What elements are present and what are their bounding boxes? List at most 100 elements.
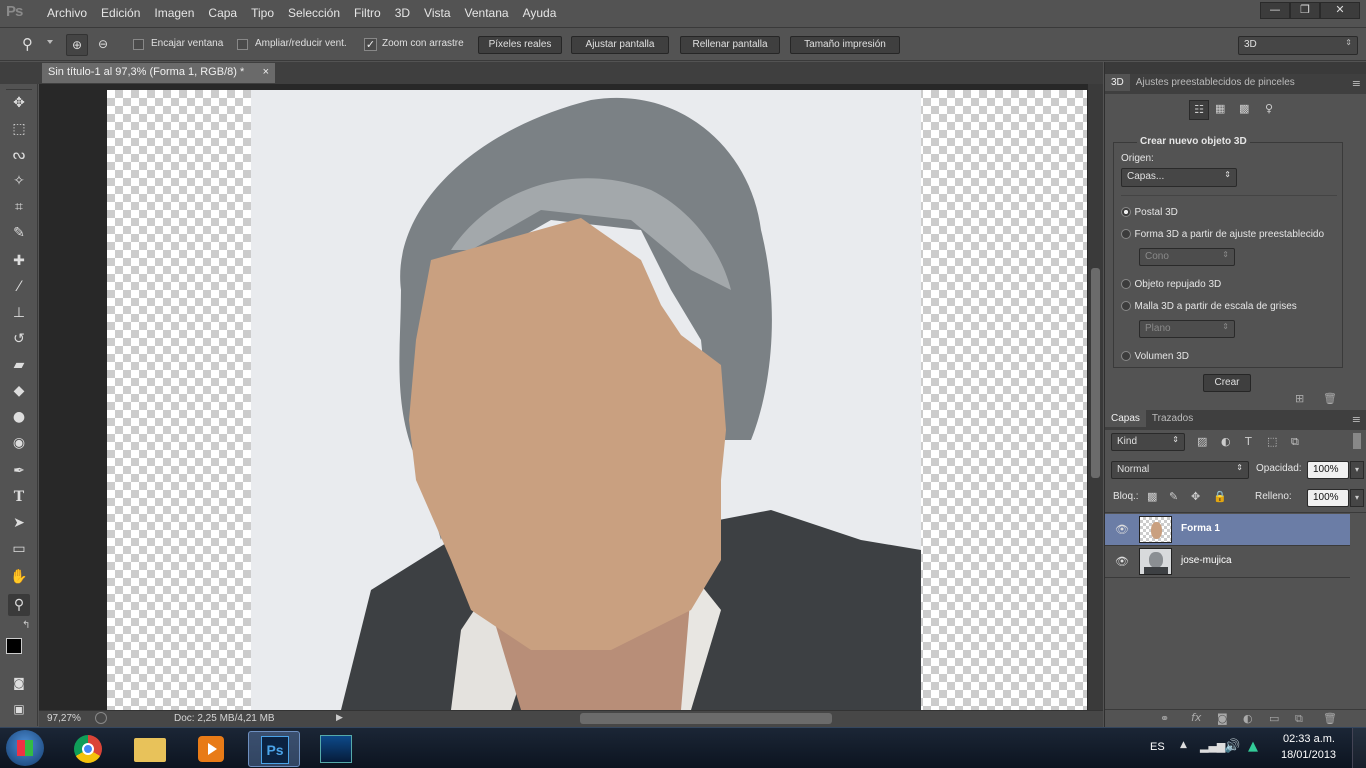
quick-mask-icon[interactable]: ◙ bbox=[8, 672, 30, 694]
path-selection-icon[interactable]: ➤ bbox=[8, 512, 30, 534]
add-mask-icon[interactable]: ◙ bbox=[1217, 712, 1228, 725]
foreground-color-swatch[interactable] bbox=[6, 638, 22, 654]
pen-tool-icon[interactable]: ✒ bbox=[8, 460, 30, 482]
filter-adjustment-icon[interactable]: ◐ bbox=[1221, 435, 1231, 448]
volume-icon[interactable]: 🔊 bbox=[1224, 739, 1240, 754]
menu-archivo[interactable]: Archivo bbox=[40, 6, 94, 20]
tab-paths[interactable]: Trazados bbox=[1146, 410, 1199, 427]
lasso-tool-icon[interactable]: ᔓ bbox=[8, 144, 30, 166]
zoom-in-icon[interactable]: ⊕ bbox=[66, 34, 88, 56]
panel-menu-icon[interactable]: ≡ bbox=[1352, 77, 1361, 90]
screen-mode-icon[interactable]: ▣ bbox=[8, 698, 30, 720]
new-3d-icon[interactable]: ⊞ bbox=[1295, 392, 1304, 405]
lock-transparent-icon[interactable]: ▩ bbox=[1147, 490, 1157, 503]
crop-tool-icon[interactable]: ⌗ bbox=[8, 196, 30, 218]
eyedropper-icon[interactable]: ✎ bbox=[8, 222, 30, 244]
layer-style-icon[interactable]: fx bbox=[1191, 711, 1201, 724]
option-postal-3d[interactable]: Postal 3D bbox=[1121, 205, 1178, 218]
rectangle-tool-icon[interactable]: ▭ bbox=[8, 538, 30, 560]
scrubby-zoom-checkbox[interactable]: ✓ bbox=[364, 38, 377, 51]
magic-wand-icon[interactable]: ✧ bbox=[8, 170, 30, 192]
paint-bucket-icon[interactable]: ◆ bbox=[8, 380, 30, 402]
menu-filtro[interactable]: Filtro bbox=[347, 6, 388, 20]
fill-screen-button[interactable]: Rellenar pantalla bbox=[680, 36, 780, 54]
fit-window-checkbox[interactable] bbox=[133, 39, 144, 53]
drive-sync-icon[interactable]: ▲ bbox=[1248, 739, 1258, 754]
layer-kind-filter[interactable]: Kind ⇕ bbox=[1111, 433, 1185, 451]
photoshop-taskbar-button[interactable]: Ps bbox=[248, 731, 300, 767]
new-group-icon[interactable]: ▭ bbox=[1269, 712, 1279, 725]
menu-seleccion[interactable]: Selección bbox=[281, 6, 347, 20]
filter-type-icon[interactable]: T bbox=[1245, 435, 1252, 448]
menu-3d[interactable]: 3D bbox=[388, 6, 417, 20]
option-volume-3d[interactable]: Volumen 3D bbox=[1121, 349, 1189, 362]
zoom-level[interactable]: 97,27% bbox=[47, 713, 81, 724]
network-icon[interactable]: ▂▄▆ bbox=[1200, 740, 1225, 753]
tab-3d[interactable]: 3D bbox=[1105, 74, 1130, 91]
layer-name[interactable]: Forma 1 bbox=[1181, 523, 1220, 534]
clone-stamp-icon[interactable]: ⊥ bbox=[8, 302, 30, 324]
zoom-tool-icon[interactable]: ⚲ bbox=[22, 35, 33, 53]
create-button[interactable]: Crear bbox=[1203, 374, 1251, 392]
clock-time[interactable]: 02:33 a.m. bbox=[1283, 733, 1335, 745]
tab-brush-presets[interactable]: Ajustes preestablecidos de pinceles bbox=[1130, 74, 1301, 91]
mesh-filter-icon[interactable]: ▦ bbox=[1215, 102, 1225, 115]
layers-panel-menu-icon[interactable]: ≡ bbox=[1352, 413, 1361, 426]
brush-tool-icon[interactable]: ⁄ bbox=[8, 276, 30, 298]
new-layer-icon[interactable]: ⧉ bbox=[1295, 712, 1303, 726]
lock-position-icon[interactable]: ✥ bbox=[1191, 490, 1200, 503]
hand-tool-icon[interactable]: ✋ bbox=[8, 566, 30, 588]
opacity-input[interactable]: 100% bbox=[1307, 461, 1349, 479]
filter-shape-icon[interactable]: ⬚ bbox=[1267, 435, 1277, 448]
type-tool-icon[interactable]: T bbox=[8, 486, 30, 508]
link-layers-icon[interactable]: ⚭ bbox=[1160, 712, 1169, 725]
delete-3d-icon[interactable]: 🗑 bbox=[1323, 392, 1337, 405]
layer-row-forma1[interactable]: 👁 Forma 1 bbox=[1105, 514, 1350, 546]
scene-filter-icon[interactable]: ☷ bbox=[1189, 100, 1209, 120]
visibility-eye-icon[interactable]: 👁 bbox=[1115, 555, 1129, 568]
dodge-tool-icon[interactable]: ◉ bbox=[8, 432, 30, 454]
light-filter-icon[interactable]: ♀ bbox=[1265, 102, 1273, 115]
show-hidden-icons[interactable]: ▲ bbox=[1180, 740, 1187, 750]
filter-smart-object-icon[interactable]: ⧉ bbox=[1291, 435, 1299, 449]
blur-tool-icon[interactable]: ● bbox=[8, 406, 30, 428]
vertical-scroll-thumb[interactable] bbox=[1091, 268, 1100, 478]
preset-shape-select[interactable]: Cono ⇕ bbox=[1139, 248, 1235, 266]
menu-ventana[interactable]: Ventana bbox=[458, 6, 516, 20]
adjustment-layer-icon[interactable]: ◐ bbox=[1243, 712, 1253, 725]
fill-input[interactable]: 100% bbox=[1307, 489, 1349, 507]
tool-preset-chevron-icon[interactable] bbox=[47, 40, 53, 44]
history-brush-icon[interactable]: ↺ bbox=[8, 328, 30, 350]
menu-capa[interactable]: Capa bbox=[201, 6, 244, 20]
resize-windows-checkbox[interactable] bbox=[237, 39, 248, 53]
healing-brush-icon[interactable]: ✚ bbox=[8, 250, 30, 272]
lock-pixels-icon[interactable]: ✎ bbox=[1169, 490, 1178, 503]
start-button[interactable] bbox=[6, 730, 44, 766]
status-info-icon[interactable] bbox=[95, 712, 107, 724]
option-grayscale-mesh[interactable]: Malla 3D a partir de escala de grises bbox=[1121, 299, 1297, 312]
grayscale-mesh-select[interactable]: Plano ⇕ bbox=[1139, 320, 1235, 338]
canvas-workspace[interactable] bbox=[39, 84, 1088, 710]
lock-all-icon[interactable]: 🔒 bbox=[1213, 490, 1227, 503]
toolbox-grip[interactable] bbox=[6, 84, 32, 90]
filter-pixel-icon[interactable]: ▨ bbox=[1197, 435, 1207, 448]
document-tab[interactable]: Sin título-1 al 97,3% (Forma 1, RGB/8) *… bbox=[42, 63, 275, 83]
restore-button[interactable]: ❐ bbox=[1290, 2, 1320, 19]
move-tool-icon[interactable]: ✥ bbox=[8, 92, 30, 114]
print-size-button[interactable]: Tamaño impresión bbox=[790, 36, 900, 54]
swap-colors-icon[interactable]: ↰ bbox=[22, 620, 30, 631]
transparent-canvas[interactable] bbox=[107, 90, 1087, 710]
menu-tipo[interactable]: Tipo bbox=[244, 6, 281, 20]
option-extrusion-3d[interactable]: Objeto repujado 3D bbox=[1121, 277, 1221, 290]
status-menu-arrow-icon[interactable]: ▶ bbox=[336, 713, 343, 723]
fill-dropdown-icon[interactable]: ▾ bbox=[1350, 489, 1364, 507]
fit-screen-button[interactable]: Ajustar pantalla bbox=[571, 36, 669, 54]
actual-pixels-button[interactable]: Píxeles reales bbox=[478, 36, 562, 54]
app-taskbar-button[interactable] bbox=[310, 731, 362, 767]
chrome-taskbar-button[interactable] bbox=[62, 731, 114, 767]
workspace-select[interactable]: 3D ⇕ bbox=[1238, 36, 1358, 55]
menu-edicion[interactable]: Edición bbox=[94, 6, 147, 20]
filter-toggle[interactable] bbox=[1353, 433, 1361, 449]
close-window-button[interactable]: ✕ bbox=[1320, 2, 1360, 19]
material-filter-icon[interactable]: ▩ bbox=[1239, 102, 1249, 115]
